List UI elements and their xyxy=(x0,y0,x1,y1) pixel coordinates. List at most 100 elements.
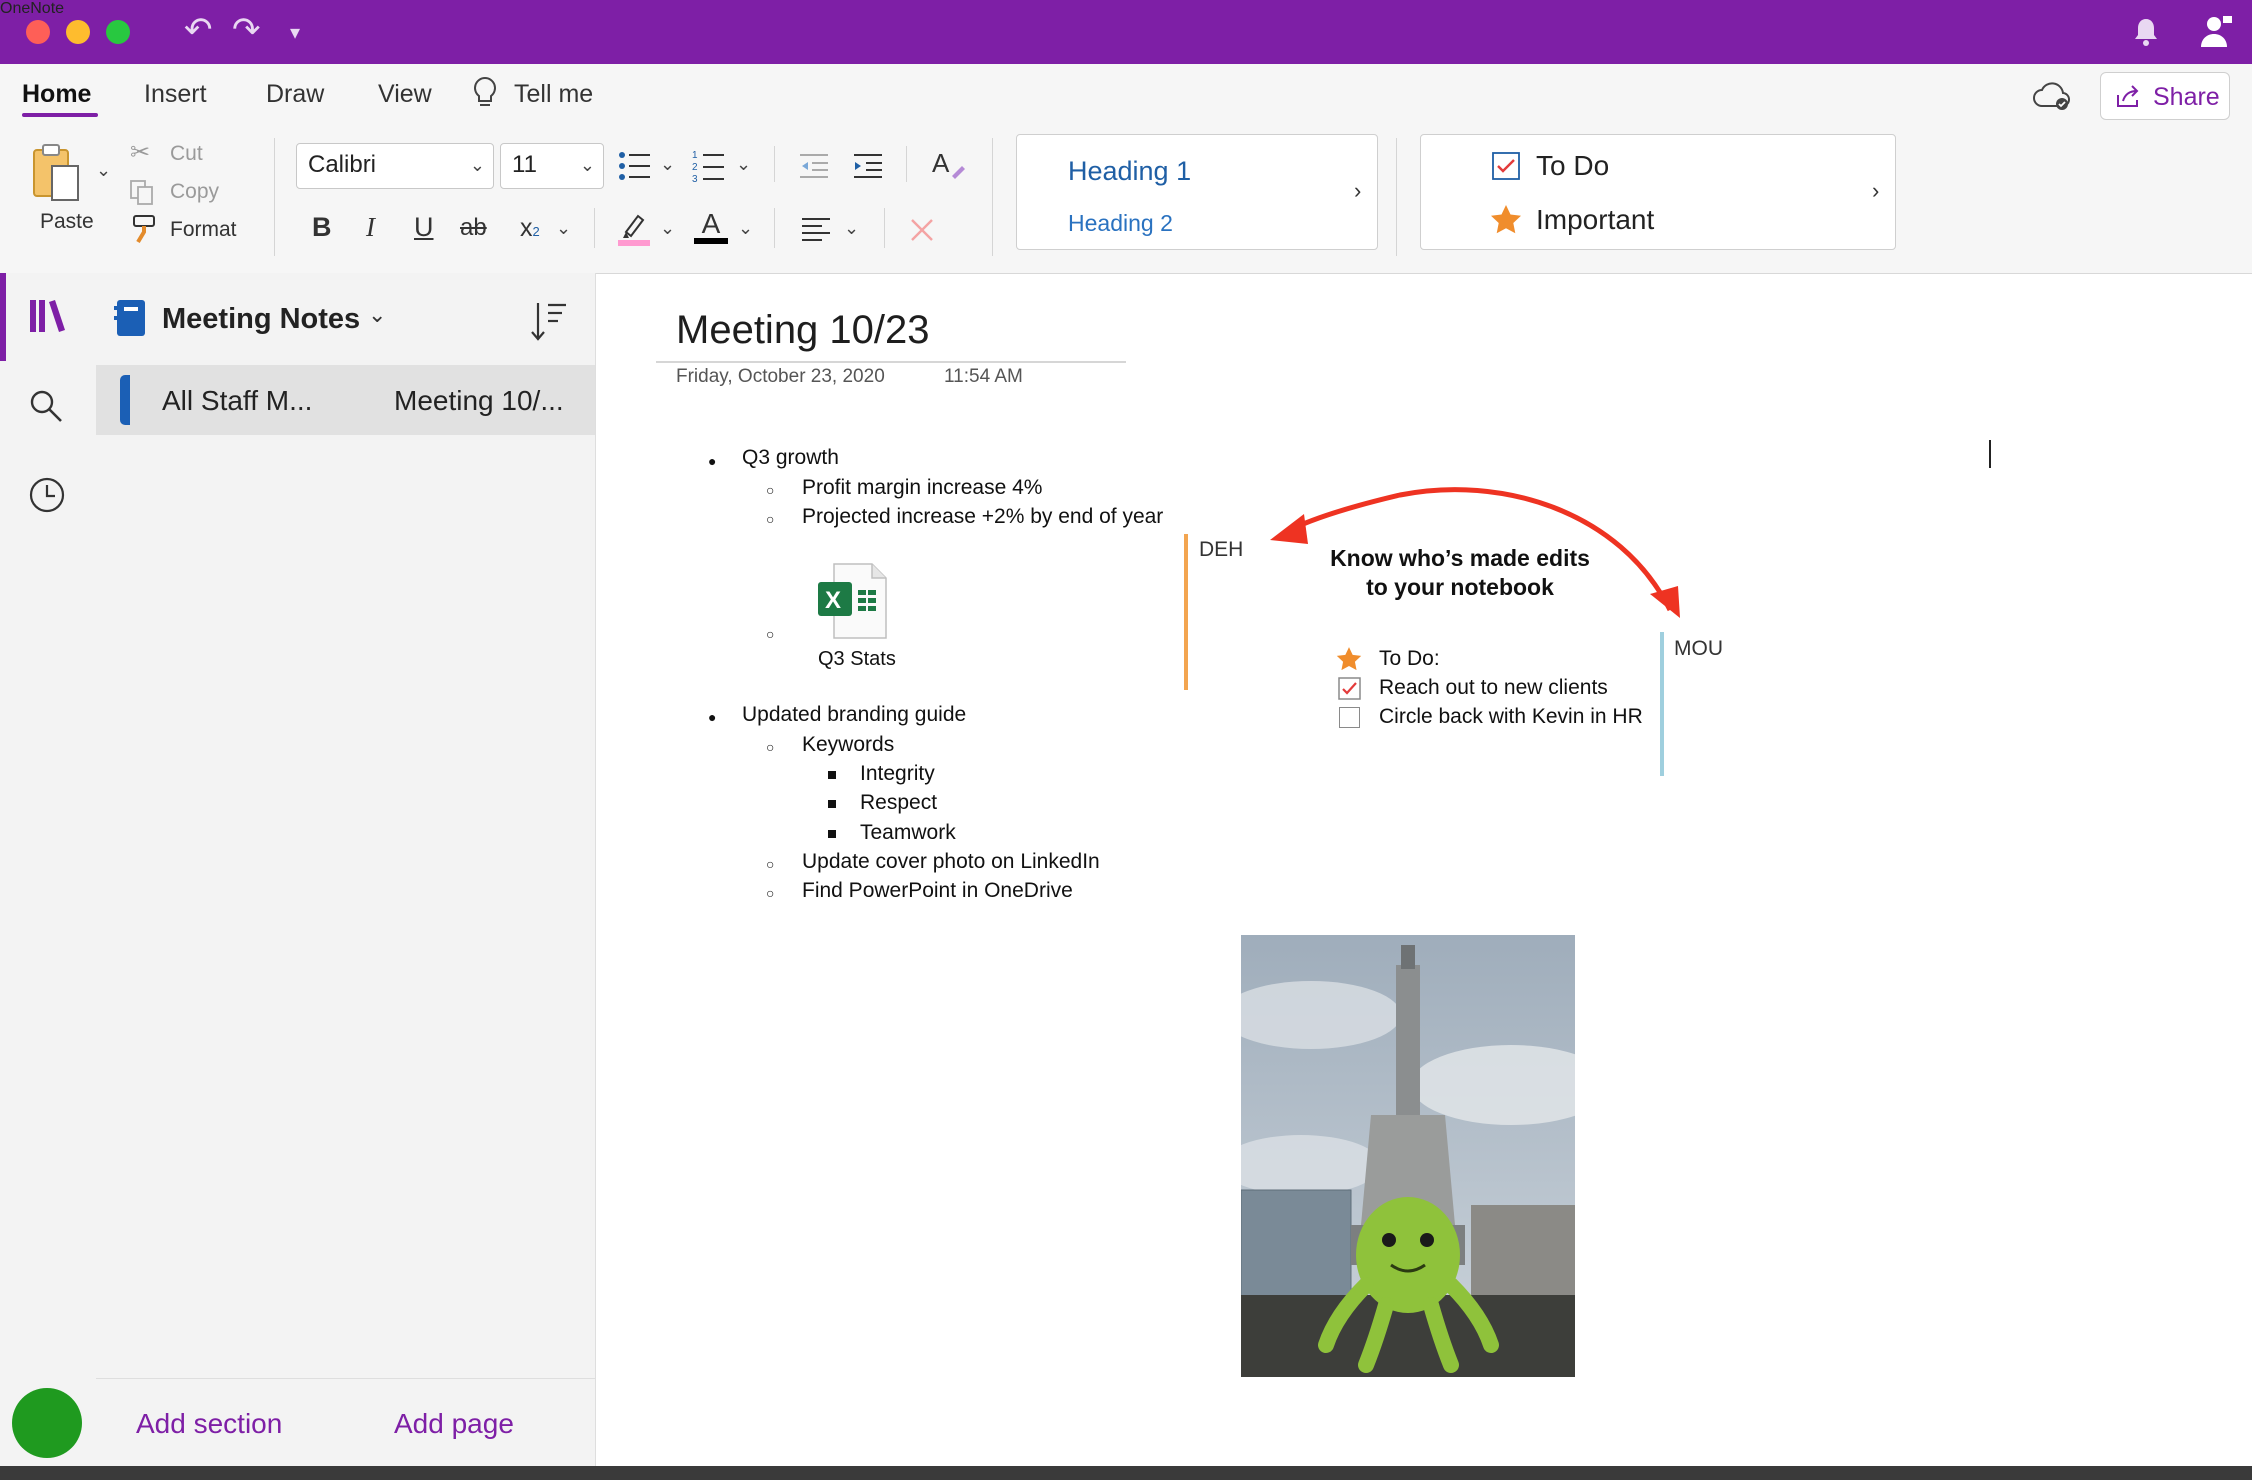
ribbon-divider xyxy=(1396,138,1397,256)
font-size-select[interactable]: 11 ⌄ xyxy=(500,143,604,189)
important-tag[interactable]: Important xyxy=(1536,204,1654,236)
heading-2-style[interactable]: Heading 2 xyxy=(1068,210,1173,237)
active-rail-indicator xyxy=(0,273,6,361)
bell-icon[interactable] xyxy=(2132,16,2160,53)
author-initials-mou: MOU xyxy=(1674,637,1723,660)
note-item-teamwork[interactable]: Teamwork xyxy=(860,821,956,845)
notebook-icon xyxy=(114,298,148,343)
subscript-dropdown-icon[interactable]: ⌄ xyxy=(556,218,571,239)
svg-text:X: X xyxy=(825,587,841,614)
customize-toolbar-icon[interactable]: ▾ xyxy=(290,20,300,45)
close-window-button[interactable] xyxy=(26,20,50,44)
underline-button[interactable]: U xyxy=(414,212,434,243)
align-dropdown-icon[interactable]: ⌄ xyxy=(844,218,859,239)
numbering-dropdown-icon[interactable]: ⌄ xyxy=(736,154,751,175)
account-icon[interactable] xyxy=(2198,14,2234,55)
section-item-all-staff[interactable]: All Staff M... xyxy=(96,365,354,435)
attachment-name[interactable]: Q3 Stats xyxy=(818,648,896,671)
svg-text:3: 3 xyxy=(692,174,698,184)
title-underline xyxy=(656,361,1126,363)
minimize-window-button[interactable] xyxy=(66,20,90,44)
chevron-right-icon[interactable]: › xyxy=(1354,178,1361,204)
decrease-indent-icon[interactable] xyxy=(798,152,830,185)
note-item-profit[interactable]: Profit margin increase 4% xyxy=(802,476,1042,500)
font-color-dropdown-icon[interactable]: ⌄ xyxy=(738,218,753,239)
bullets-icon[interactable] xyxy=(618,150,652,187)
note-item-branding[interactable]: Updated branding guide xyxy=(742,703,966,727)
highlighter-icon[interactable] xyxy=(616,210,652,251)
todo-item-clients[interactable]: Reach out to new clients xyxy=(1379,676,1608,700)
highlight-dropdown-icon[interactable]: ⌄ xyxy=(660,218,675,239)
checked-checkbox-icon[interactable] xyxy=(1338,677,1361,705)
heading-1-style[interactable]: Heading 1 xyxy=(1068,156,1191,187)
increase-indent-icon[interactable] xyxy=(852,152,884,185)
todo-star-icon xyxy=(1336,646,1362,676)
subscript-label: x xyxy=(520,214,533,242)
avatar[interactable] xyxy=(12,1388,82,1458)
chevron-right-icon[interactable]: › xyxy=(1872,178,1879,204)
note-item-cover-photo[interactable]: Update cover photo on LinkedIn xyxy=(802,850,1100,874)
notebook-dropdown-icon[interactable]: ⌄ xyxy=(368,302,386,328)
font-family-value: Calibri xyxy=(308,151,377,178)
page-item-meeting[interactable]: Meeting 10/... xyxy=(354,365,595,435)
subscript-button[interactable]: x2 xyxy=(520,214,540,243)
sort-pages-icon[interactable] xyxy=(528,300,568,347)
cloud-sync-icon[interactable] xyxy=(2032,80,2072,117)
notebooks-icon[interactable] xyxy=(28,298,68,339)
font-color-button[interactable]: A xyxy=(694,208,728,244)
italic-button[interactable]: I xyxy=(366,212,375,243)
note-item-projected[interactable]: Projected increase +2% by end of year xyxy=(802,505,1163,529)
bullets-dropdown-icon[interactable]: ⌄ xyxy=(660,154,675,175)
note-item-respect[interactable]: Respect xyxy=(860,791,937,815)
numbering-icon[interactable]: 123 xyxy=(692,148,726,189)
add-section-button[interactable]: Add section xyxy=(136,1408,282,1440)
strikethrough-button[interactable]: ab xyxy=(460,214,487,242)
notebook-name[interactable]: Meeting Notes xyxy=(162,303,360,336)
square-bullet-icon xyxy=(828,830,836,838)
align-icon[interactable] xyxy=(800,216,832,247)
redo-icon[interactable]: ↷ xyxy=(232,10,261,50)
bold-button[interactable]: B xyxy=(312,212,332,243)
note-item-keywords[interactable]: Keywords xyxy=(802,733,894,757)
pane-footer-divider xyxy=(96,1378,595,1379)
paste-dropdown-icon[interactable]: ⌄ xyxy=(96,160,111,181)
dock-edge xyxy=(0,1466,2252,1480)
tab-home[interactable]: Home xyxy=(22,80,91,109)
tell-me-search[interactable]: Tell me xyxy=(514,80,593,109)
excel-file-icon[interactable]: X xyxy=(816,562,890,645)
unchecked-checkbox-icon[interactable] xyxy=(1339,707,1360,728)
tab-view[interactable]: View xyxy=(378,80,432,109)
chevron-down-icon: ⌄ xyxy=(579,155,595,175)
todo-tag[interactable]: To Do xyxy=(1536,150,1609,182)
copy-icon xyxy=(128,178,156,211)
cut-button[interactable]: Cut xyxy=(170,142,203,166)
tab-draw[interactable]: Draw xyxy=(266,80,324,109)
note-item-integrity[interactable]: Integrity xyxy=(860,762,935,786)
search-icon[interactable] xyxy=(28,388,64,429)
circle-bullet-icon: ○ xyxy=(766,626,775,642)
todo-item-kevin[interactable]: Circle back with Kevin in HR xyxy=(1379,705,1643,729)
svg-text:A: A xyxy=(932,148,950,178)
embedded-photo[interactable] xyxy=(1241,935,1575,1377)
font-family-select[interactable]: Calibri ⌄ xyxy=(296,143,494,189)
format-painter-button[interactable]: Format xyxy=(170,218,237,242)
paste-label[interactable]: Paste xyxy=(40,210,94,234)
note-item-powerpoint[interactable]: Find PowerPoint in OneDrive xyxy=(802,879,1073,903)
section-label: All Staff M... xyxy=(162,385,313,416)
todo-checkbox-icon xyxy=(1492,152,1520,185)
clear-formatting-icon[interactable] xyxy=(908,216,936,249)
tab-insert[interactable]: Insert xyxy=(144,80,207,109)
page-title[interactable]: Meeting 10/23 xyxy=(676,308,930,353)
circle-bullet-icon: ○ xyxy=(766,482,775,498)
undo-icon[interactable]: ↶ xyxy=(184,10,213,50)
zoom-window-button[interactable] xyxy=(106,20,130,44)
share-button[interactable]: Share xyxy=(2100,72,2230,120)
star-icon xyxy=(1490,204,1522,239)
note-item-q3[interactable]: Q3 growth xyxy=(742,446,839,470)
add-page-button[interactable]: Add page xyxy=(394,1408,514,1440)
paste-icon[interactable] xyxy=(30,142,92,211)
font-color-letter: A xyxy=(701,208,721,239)
recent-clock-icon[interactable] xyxy=(28,476,66,519)
styles-pane-icon[interactable]: A xyxy=(930,146,966,187)
copy-button[interactable]: Copy xyxy=(170,180,219,204)
